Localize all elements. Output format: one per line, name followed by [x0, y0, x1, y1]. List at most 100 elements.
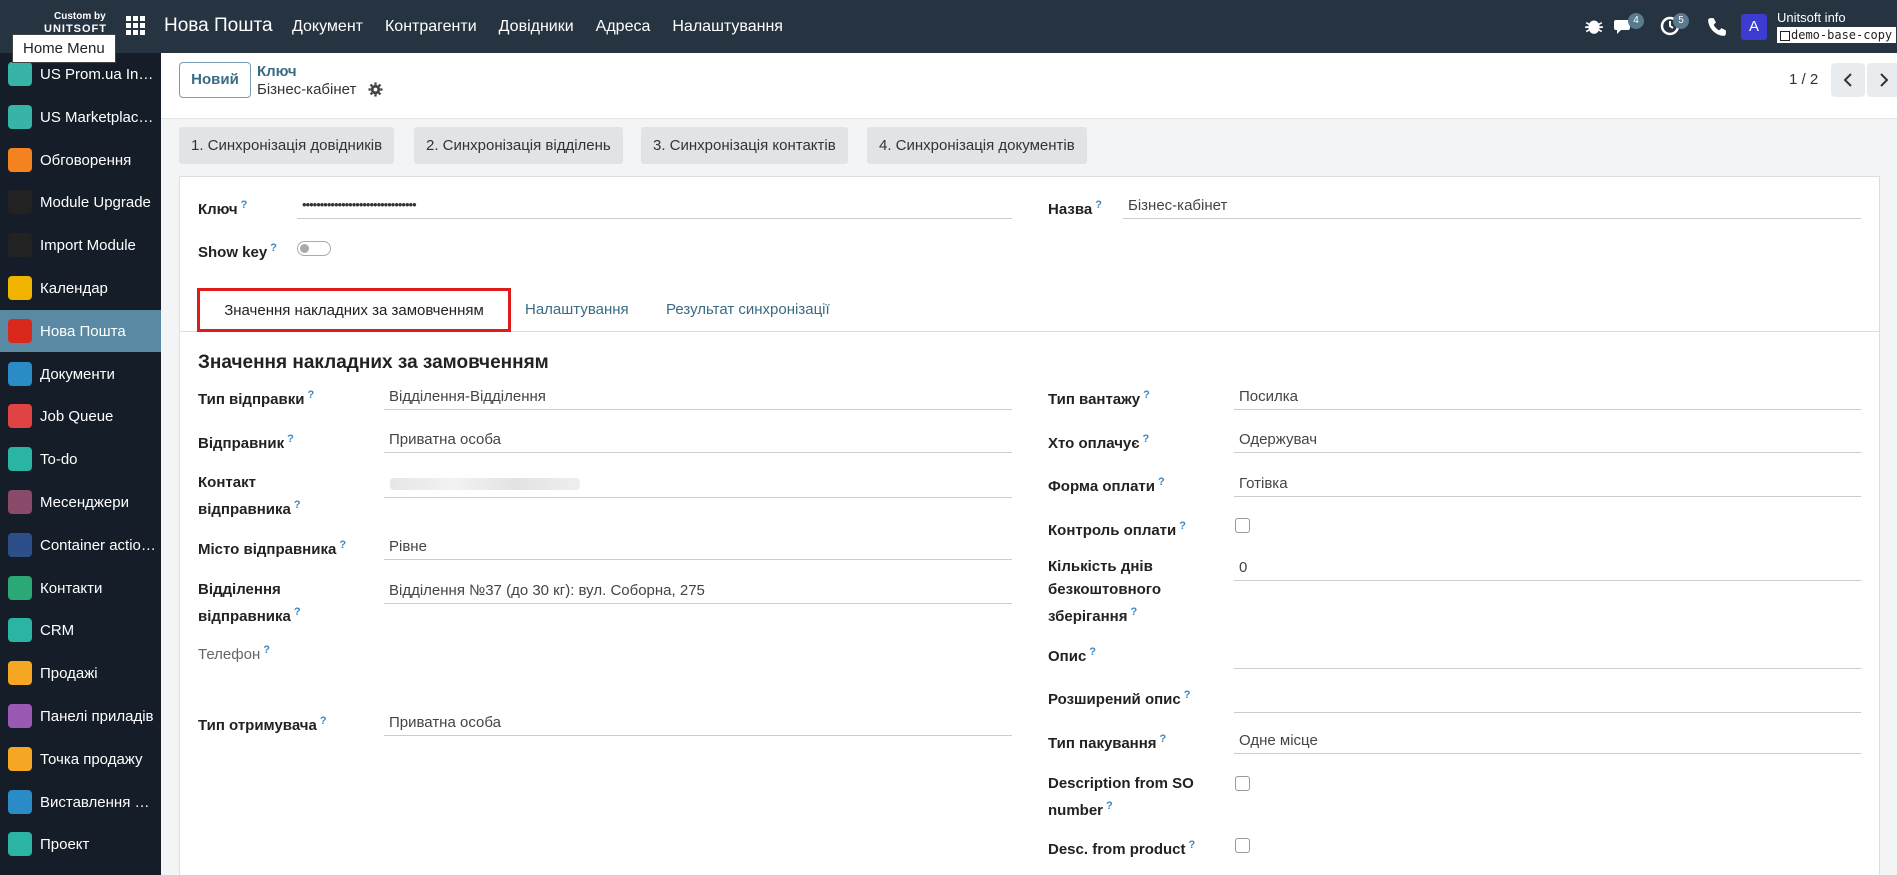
sidebar-item-label: Нова Пошта — [40, 322, 126, 340]
description-from-product-checkbox[interactable] — [1235, 838, 1250, 853]
sidebar-item-discuss[interactable]: Обговорення — [0, 139, 161, 181]
name-input[interactable]: Бізнес-кабінет — [1123, 195, 1861, 219]
recipient-type-field[interactable]: Приватна особа — [384, 712, 1012, 736]
key-input[interactable]: •••••••••••••••••••••••••••••••• — [297, 195, 1012, 219]
sidebar-item-label: Документи — [40, 365, 115, 383]
menu-directories[interactable]: Довідники — [499, 18, 574, 36]
menu-document[interactable]: Документ — [292, 18, 363, 36]
sidebar-item-label: Виставлення ра... — [40, 793, 156, 811]
payment-form-field[interactable]: Готівка — [1234, 473, 1861, 497]
sidebar-item-label: To-do — [40, 450, 78, 468]
section-title: Значення накладних за замовченням — [198, 352, 549, 373]
sidebar-item-messengers[interactable]: Месенджери — [0, 481, 161, 523]
user-avatar[interactable]: A — [1741, 14, 1767, 40]
home-menu-grid-icon[interactable] — [126, 16, 146, 36]
tab-sync-result[interactable]: Результат синхронізації — [666, 288, 830, 332]
sidebar-item-job-queue[interactable]: Job Queue — [0, 395, 161, 437]
tab-settings[interactable]: Налаштування — [525, 288, 629, 332]
tab-default-waybill-values[interactable]: Значення накладних за замовченням — [197, 288, 511, 332]
sidebar-item-label: Обговорення — [40, 151, 132, 169]
sidebar-item-upgrade[interactable]: Module Upgrade — [0, 181, 161, 223]
sender-branch-field[interactable]: Відділення №37 (до 30 кг): вул. Соборна,… — [384, 580, 1012, 604]
cargo-type-help-icon[interactable]: ? — [1143, 389, 1150, 401]
pager-previous-button[interactable] — [1831, 63, 1865, 97]
payment-control-help-icon[interactable]: ? — [1179, 520, 1186, 532]
payment-form-label: Форма оплати? — [1048, 476, 1165, 495]
payer-help-icon[interactable]: ? — [1143, 433, 1150, 445]
send-type-field[interactable]: Відділення-Відділення — [384, 386, 1012, 410]
phone-icon[interactable] — [1707, 17, 1727, 37]
sender-branch-help-icon[interactable]: ? — [294, 606, 301, 618]
sync-documents-button[interactable]: 4. Синхронізація документів — [867, 127, 1087, 164]
debug-bug-icon[interactable] — [1584, 16, 1604, 36]
cargo-type-label: Тип вантажу? — [1048, 389, 1150, 408]
payment-control-checkbox[interactable] — [1235, 518, 1250, 533]
sidebar-item-sales[interactable]: Продажі — [0, 652, 161, 694]
sender-field[interactable]: Приватна особа — [384, 429, 1012, 453]
sender-help-icon[interactable]: ? — [287, 433, 294, 445]
free-storage-help-icon[interactable]: ? — [1130, 606, 1137, 618]
sidebar-item-contacts[interactable]: Контакти — [0, 567, 161, 609]
sidebar-item-label: US Marketplace... — [40, 108, 156, 126]
pager-value[interactable]: 1 / 2 — [1789, 71, 1818, 88]
menu-counterparties[interactable]: Контрагенти — [385, 18, 477, 36]
cargo-type-field[interactable]: Посилка — [1234, 386, 1861, 410]
new-button[interactable]: Новий — [179, 62, 251, 98]
crm-icon — [8, 618, 32, 642]
show-key-toggle[interactable] — [297, 241, 331, 256]
menu-address[interactable]: Адреса — [596, 18, 651, 36]
chevron-left-icon — [1843, 73, 1852, 87]
description-from-product-help-icon[interactable]: ? — [1189, 839, 1196, 851]
description-field[interactable] — [1234, 645, 1861, 669]
packing-type-help-icon[interactable]: ? — [1160, 733, 1167, 745]
extended-description-label: Розширений опис? — [1048, 689, 1191, 708]
description-from-so-checkbox[interactable] — [1235, 776, 1250, 791]
description-help-icon[interactable]: ? — [1089, 646, 1096, 658]
key-label: Ключ? — [198, 199, 248, 218]
sidebar-item-import[interactable]: Import Module — [0, 224, 161, 266]
sender-city-help-icon[interactable]: ? — [339, 539, 346, 551]
sidebar-item-cube[interactable]: US Marketplace... — [0, 96, 161, 138]
menu-settings[interactable]: Налаштування — [672, 18, 783, 36]
sidebar-item-label: CRM — [40, 621, 75, 639]
sidebar-item-container[interactable]: Container actions — [0, 524, 161, 566]
send-type-help-icon[interactable]: ? — [307, 389, 314, 401]
recipient-type-help-icon[interactable]: ? — [320, 715, 327, 727]
pos-icon — [8, 747, 32, 771]
sidebar-item-invoicing[interactable]: Виставлення ра... — [0, 781, 161, 823]
description-from-so-help-icon[interactable]: ? — [1106, 800, 1113, 812]
extended-description-field[interactable] — [1234, 689, 1861, 713]
sender-contact-help-icon[interactable]: ? — [294, 499, 301, 511]
phone-help-icon[interactable]: ? — [263, 644, 270, 656]
upgrade-icon — [8, 190, 32, 214]
free-storage-days-field[interactable]: 0 — [1234, 557, 1861, 581]
sidebar-item-label: Проект — [40, 835, 90, 853]
form-sheet — [179, 176, 1880, 875]
sync-contacts-button[interactable]: 3. Синхронізація контактів — [641, 127, 848, 164]
payer-field[interactable]: Одержувач — [1234, 429, 1861, 453]
extended-description-help-icon[interactable]: ? — [1184, 689, 1191, 701]
sidebar-item-pos[interactable]: Точка продажу — [0, 738, 161, 780]
pager-next-button[interactable] — [1867, 63, 1897, 97]
gear-icon[interactable] — [368, 82, 383, 97]
key-help-icon[interactable]: ? — [241, 199, 248, 211]
packing-type-field[interactable]: Одне місце — [1234, 730, 1861, 754]
sidebar-item-documents[interactable]: Документи — [0, 353, 161, 395]
sidebar-item-calendar[interactable]: Календар — [0, 267, 161, 309]
sidebar-item-todo[interactable]: To-do — [0, 438, 161, 480]
app-name[interactable]: Нова Пошта — [164, 15, 273, 37]
sender-city-field[interactable]: Рівне — [384, 536, 1012, 560]
sidebar-item-nova-poshta[interactable]: Нова Пошта — [0, 310, 161, 352]
breadcrumb-parent[interactable]: Ключ — [257, 63, 297, 80]
payment-form-help-icon[interactable]: ? — [1158, 476, 1165, 488]
sync-directories-button[interactable]: 1. Синхронізація довідників — [179, 127, 395, 164]
sidebar-item-label: Календар — [40, 279, 108, 297]
sidebar-item-project[interactable]: Проект — [0, 823, 161, 865]
sync-branches-button[interactable]: 2. Синхронізація відділень — [414, 127, 623, 164]
sidebar-item-crm[interactable]: CRM — [0, 609, 161, 651]
name-help-icon[interactable]: ? — [1095, 199, 1102, 211]
show-key-help-icon[interactable]: ? — [270, 242, 277, 254]
user-name[interactable]: Unitsoft info — [1777, 10, 1846, 25]
sender-label: Відправник? — [198, 433, 294, 452]
sidebar-item-dashboard[interactable]: Панелі приладів — [0, 695, 161, 737]
